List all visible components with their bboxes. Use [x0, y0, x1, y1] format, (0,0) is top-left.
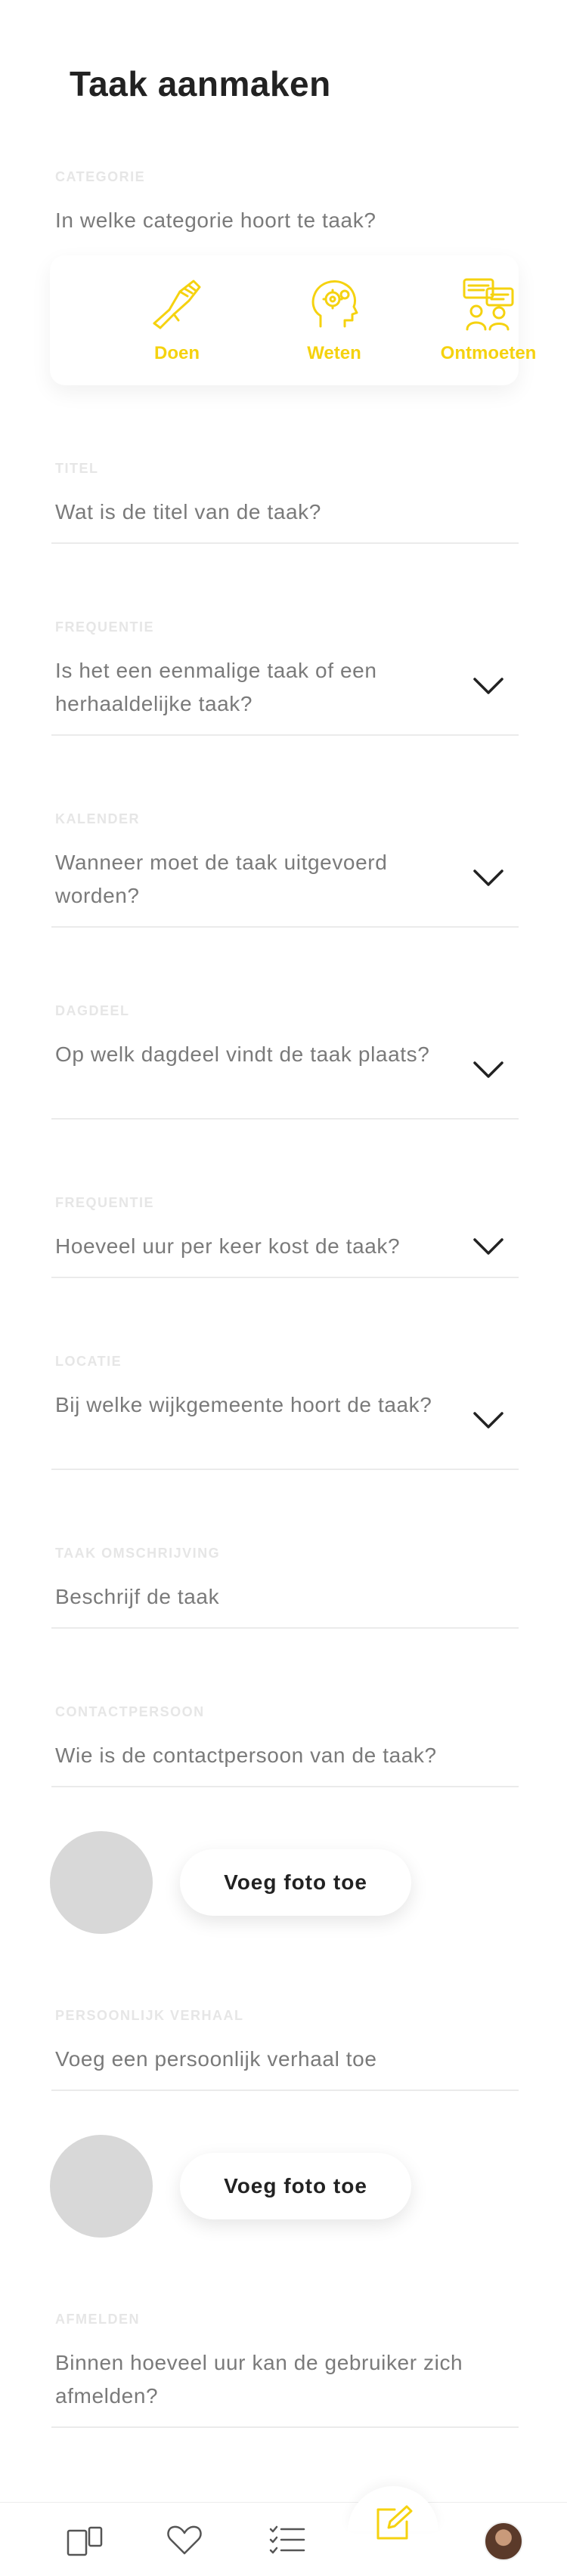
divider — [51, 542, 519, 544]
tab-bar — [0, 2486, 567, 2576]
kalender-label: KALENDER — [55, 811, 141, 826]
contactpersoon-input[interactable]: Wie is de contactpersoon van de taak? — [55, 1739, 509, 1772]
divider — [51, 1627, 519, 1629]
handshake-icon — [153, 280, 201, 329]
divider — [51, 1118, 519, 1120]
category-option-weten[interactable]: Weten — [266, 273, 402, 364]
category-label: CATEGORIE — [55, 169, 146, 184]
dagdeel-label: DAGDEEL — [55, 1003, 130, 1018]
divider — [51, 926, 519, 928]
people-chat-icon — [463, 278, 514, 331]
afmelden-label: AFMELDEN — [55, 2312, 140, 2327]
kalender-select[interactable]: Wanneer moet de taak uitgevoerd worden? — [55, 846, 448, 913]
edit-icon — [376, 2505, 413, 2540]
category-option-label: Weten — [307, 343, 361, 363]
locatie-label: LOCATIE — [55, 1354, 122, 1369]
uren-select[interactable]: Hoeveel uur per keer kost de taak? — [55, 1230, 479, 1263]
chevron-down-icon[interactable] — [472, 1059, 505, 1080]
category-card: Doen Weten Ontmoeten — [50, 255, 536, 385]
divider — [51, 1786, 519, 1787]
category-question: In welke categorie hoort te taak? — [55, 208, 376, 232]
tab-favorites[interactable] — [162, 2519, 207, 2560]
brain-gears-icon — [311, 280, 358, 328]
contactpersoon-label: CONTACTPERSOON — [55, 1704, 205, 1719]
category-option-doen[interactable]: Doen — [109, 273, 245, 364]
dagdeel-select[interactable]: Op welk dagdeel vindt de taak plaats? — [55, 1038, 448, 1071]
cards-icon — [67, 2526, 103, 2556]
titel-input[interactable]: Wat is de titel van de taak? — [55, 496, 448, 529]
uren-label: FREQUENTIE — [55, 1195, 155, 1210]
category-option-label: Doen — [154, 343, 200, 363]
avatar[interactable] — [484, 2522, 523, 2561]
verhaal-photo-placeholder — [50, 2135, 153, 2238]
page-title: Taak aanmaken — [70, 64, 331, 103]
category-option-label: Ontmoeten — [440, 343, 537, 363]
contact-add-photo-button[interactable]: Voeg foto toe — [180, 1849, 411, 1916]
chevron-down-icon[interactable] — [472, 867, 505, 888]
locatie-select[interactable]: Bij welke wijkgemeente hoort de taak? — [55, 1388, 448, 1422]
afmelden-input[interactable]: Binnen hoeveel uur kan de gebruiker zich… — [55, 2346, 509, 2413]
tab-tasks[interactable] — [265, 2519, 310, 2560]
checklist-icon — [269, 2525, 305, 2554]
divider — [51, 2426, 519, 2428]
tab-cards[interactable] — [62, 2519, 107, 2560]
heart-icon — [167, 2525, 202, 2555]
verhaal-add-photo-button[interactable]: Voeg foto toe — [180, 2153, 411, 2219]
verhaal-input[interactable]: Voeg een persoonlijk verhaal toe — [55, 2043, 509, 2076]
chevron-down-icon[interactable] — [472, 675, 505, 697]
omschrijving-input[interactable]: Beschrijf de taak — [55, 1580, 448, 1614]
divider — [51, 1277, 519, 1278]
category-option-ontmoeten[interactable]: Ontmoeten — [420, 273, 556, 364]
tab-create[interactable] — [370, 2503, 416, 2544]
divider — [51, 2090, 519, 2091]
divider — [51, 1469, 519, 1470]
contact-photo-placeholder — [50, 1831, 153, 1934]
divider — [51, 734, 519, 736]
frequentie-select[interactable]: Is het een eenmalige taak of een herhaal… — [55, 654, 448, 721]
verhaal-label: PERSOONLIJK VERHAAL — [55, 2008, 244, 2023]
frequentie-label: FREQUENTIE — [55, 619, 155, 635]
omschrijving-label: TAAK OMSCHRIJVING — [55, 1546, 221, 1561]
chevron-down-icon[interactable] — [472, 1410, 505, 1431]
titel-label: TITEL — [55, 461, 99, 476]
chevron-down-icon[interactable] — [472, 1236, 505, 1257]
